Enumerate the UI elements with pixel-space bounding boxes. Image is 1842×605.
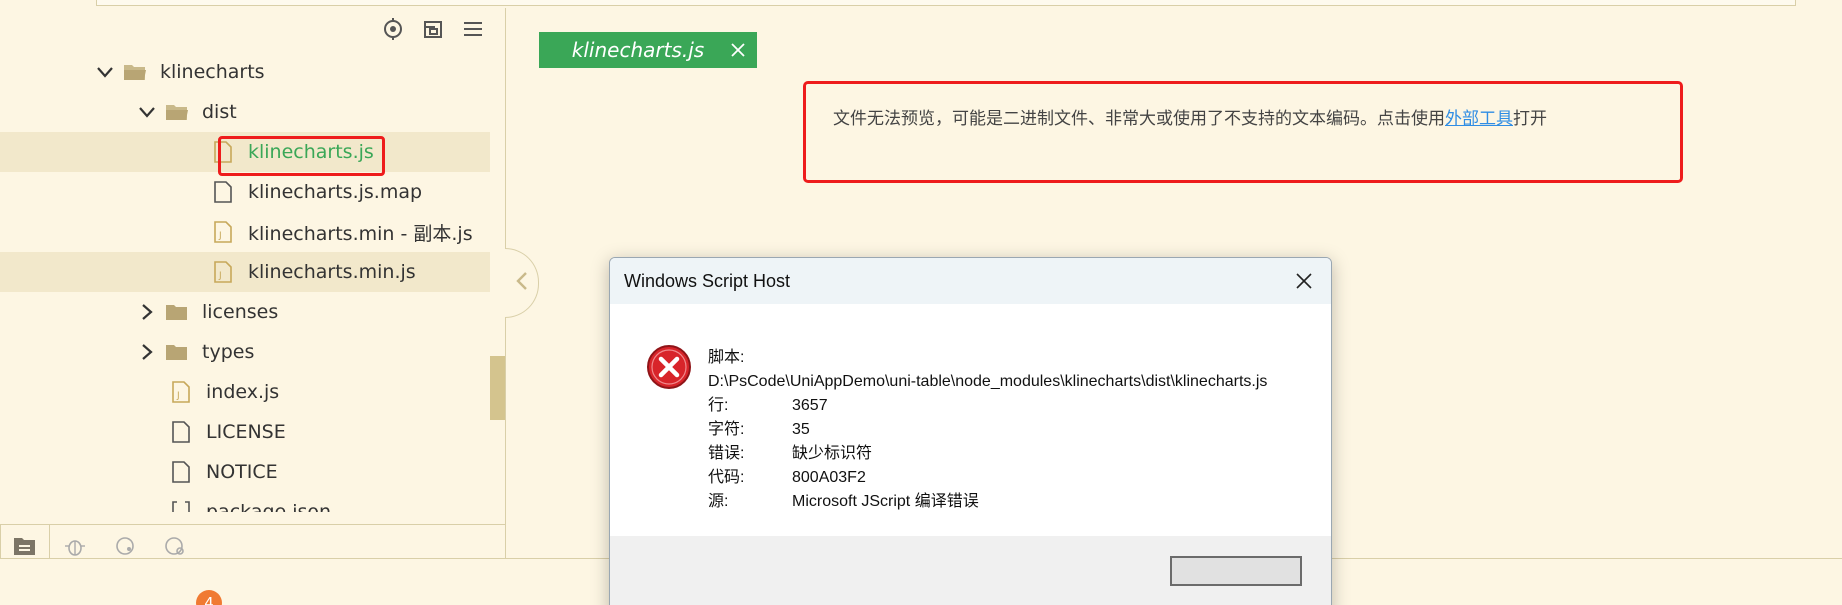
preview-message-text: 文件无法预览，可能是二进制文件、非常大或使用了不支持的文本编码。点击使用	[833, 109, 1445, 129]
info-key: 代码:	[708, 469, 745, 486]
info-row-char: 字符: 35	[708, 418, 1278, 442]
tree-item-index-js[interactable]: J index.js	[0, 372, 490, 412]
annotation-box-preview	[803, 81, 1683, 183]
folder-icon	[164, 339, 190, 365]
info-value: 缺少标识符	[792, 445, 873, 462]
tree-item-label: package.json	[206, 501, 332, 512]
info-row-error: 错误: 缺少标识符	[708, 442, 1278, 466]
tree-item-license[interactable]: LICENSE	[0, 412, 490, 452]
json-file-icon	[168, 499, 194, 512]
tree-item-klinecharts[interactable]: klinecharts	[0, 52, 490, 92]
info-row-line: 行: 3657	[708, 394, 1278, 418]
sidebar-toolbar	[380, 16, 486, 42]
tree-item-label: dist	[202, 101, 237, 123]
tree-item-types[interactable]: types	[0, 332, 490, 372]
tree-item-dist[interactable]: dist	[0, 92, 490, 132]
tree-item-notice[interactable]: NOTICE	[0, 452, 490, 492]
top-strip	[0, 0, 1842, 8]
tree-item-label: index.js	[206, 381, 280, 403]
svg-text:J: J	[218, 271, 222, 281]
info-value: 35	[792, 421, 810, 438]
error-icon	[646, 344, 692, 390]
close-icon[interactable]	[1291, 268, 1317, 294]
svg-text:J: J	[176, 391, 180, 401]
tree-item-klinecharts-min-copy[interactable]: J klinecharts.min - 副本.js	[0, 212, 490, 252]
info-value: 3657	[792, 397, 828, 414]
info-key: 错误:	[708, 445, 745, 462]
tree-item-label: LICENSE	[206, 421, 286, 443]
ok-button[interactable]	[1170, 556, 1302, 586]
info-value: 800A03F2	[792, 469, 866, 486]
preview-message: 文件无法预览，可能是二进制文件、非常大或使用了不支持的文本编码。点击使用外部工具…	[833, 104, 1547, 129]
dialog-footer	[610, 536, 1331, 605]
tree-item-licenses[interactable]: licenses	[0, 292, 490, 332]
tree-item-package-json[interactable]: package.json	[0, 492, 490, 512]
tree-item-label: klinecharts.min.js	[248, 261, 416, 283]
collapse-all-icon[interactable]	[420, 16, 446, 42]
folder-open-icon	[122, 59, 148, 85]
file-tree: klinecharts dist J klinecharts.js klinec…	[0, 52, 490, 512]
tree-item-klinecharts-js-map[interactable]: klinecharts.js.map	[0, 172, 490, 212]
locate-icon[interactable]	[380, 16, 406, 42]
info-key: 字符:	[708, 421, 745, 438]
script-label: 脚本:	[708, 349, 745, 366]
tree-item-label: klinecharts	[160, 61, 265, 83]
tree-item-label: types	[202, 341, 255, 363]
svg-text:J: J	[218, 231, 222, 241]
info-key: 行:	[708, 397, 729, 414]
tab-klinecharts-js[interactable]: klinecharts.js	[539, 32, 757, 68]
chevron-down-icon[interactable]	[134, 99, 160, 125]
dialog-titlebar: Windows Script Host	[610, 258, 1331, 304]
preview-message-suffix: 打开	[1513, 109, 1547, 129]
sidebar-scrollbar-thumb[interactable]	[490, 356, 505, 420]
dialog-title: Windows Script Host	[624, 270, 791, 291]
info-value: Microsoft JScript 编译错误	[792, 493, 979, 510]
folder-icon	[164, 299, 190, 325]
folder-open-icon	[164, 99, 190, 125]
tree-item-klinecharts-min-js[interactable]: J klinecharts.min.js	[0, 252, 490, 292]
js-file-icon: J	[210, 219, 236, 245]
external-tool-link[interactable]: 外部工具	[1445, 109, 1513, 129]
info-row-source: 源: Microsoft JScript 编译错误	[708, 490, 1278, 514]
info-row-code: 代码: 800A03F2	[708, 466, 1278, 490]
wsh-error-dialog: Windows Script Host 脚本: D:\PsCode\UniApp…	[609, 257, 1332, 605]
file-icon	[210, 179, 236, 205]
tree-item-label: klinecharts.js.map	[248, 181, 423, 203]
project-sidebar: klinecharts dist J klinecharts.js klinec…	[0, 8, 506, 567]
tree-item-label: klinecharts.min - 副本.js	[248, 222, 473, 245]
menu-icon[interactable]	[460, 16, 486, 42]
tree-item-label: NOTICE	[206, 461, 278, 483]
file-icon	[168, 459, 194, 485]
js-file-icon: J	[210, 259, 236, 285]
chevron-down-icon[interactable]	[92, 59, 118, 85]
chevron-right-icon[interactable]	[134, 339, 160, 365]
info-key: 源:	[708, 493, 729, 510]
dialog-body: 脚本: D:\PsCode\UniAppDemo\uni-table\node_…	[610, 304, 1331, 536]
js-file-icon: J	[168, 379, 194, 405]
chevron-right-icon[interactable]	[134, 299, 160, 325]
file-icon	[168, 419, 194, 445]
tree-item-label: licenses	[202, 301, 279, 323]
error-info: 脚本: D:\PsCode\UniAppDemo\uni-table\node_…	[708, 346, 1278, 514]
close-icon[interactable]	[719, 43, 757, 57]
top-input-edge	[96, 0, 1796, 6]
annotation-box-file	[218, 136, 385, 176]
script-path: D:\PsCode\UniAppDemo\uni-table\node_modu…	[708, 373, 1268, 390]
tab-label: klinecharts.js	[571, 38, 705, 62]
